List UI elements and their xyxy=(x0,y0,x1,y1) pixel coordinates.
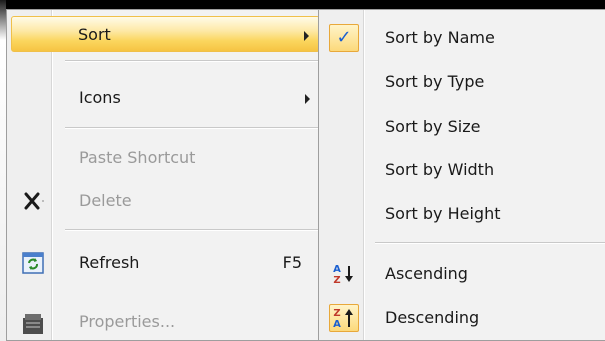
sort-icon-letter-top: A xyxy=(333,264,341,275)
submenu-item-label: Sort by Name xyxy=(385,28,495,47)
menu-item-refresh[interactable]: Refresh F5 xyxy=(9,245,324,281)
menu-item-label: Properties... xyxy=(79,312,176,331)
submenu-item-sort-by-height[interactable]: Sort by Height xyxy=(321,196,605,232)
submenu-arrow-icon xyxy=(304,31,309,41)
sort-icon-letter-bottom: Z xyxy=(333,275,340,286)
refresh-icon xyxy=(22,252,44,274)
submenu-item-label: Ascending xyxy=(385,264,468,283)
sort-ascending-icon: A Z xyxy=(331,262,357,286)
context-menu: Sort Icons Paste Shortcut Delete Refresh… xyxy=(6,9,324,341)
menu-item-label: Sort xyxy=(78,25,111,44)
sort-icon-letter-bottom: A xyxy=(333,319,341,330)
submenu-item-label: Sort by Size xyxy=(385,117,481,136)
sort-descending-icon: Z A xyxy=(329,304,359,332)
submenu-item-descending[interactable]: Z A Descending xyxy=(321,300,605,336)
menu-separator xyxy=(375,242,605,244)
menu-separator xyxy=(65,60,318,62)
submenu-arrow-icon xyxy=(305,94,310,104)
properties-icon xyxy=(21,312,45,336)
delete-x-icon xyxy=(21,189,47,213)
window-top-bar xyxy=(0,0,605,9)
shortcut-text: F5 xyxy=(282,253,302,272)
submenu-item-label: Sort by Width xyxy=(385,160,495,179)
submenu-item-label: Descending xyxy=(385,308,480,327)
submenu-item-sort-by-width[interactable]: Sort by Width xyxy=(321,152,605,188)
menu-item-icons[interactable]: Icons xyxy=(9,80,324,116)
submenu-item-ascending[interactable]: A Z Ascending xyxy=(321,256,605,292)
submenu-item-sort-by-type[interactable]: Sort by Type xyxy=(321,64,605,100)
menu-separator xyxy=(65,229,318,231)
menu-item-label: Icons xyxy=(79,88,121,107)
menu-item-paste-shortcut[interactable]: Paste Shortcut xyxy=(9,140,324,176)
submenu-item-sort-by-name[interactable]: ✓ Sort by Name xyxy=(321,20,605,56)
sort-icon-letter-top: Z xyxy=(333,308,340,319)
submenu-item-sort-by-size[interactable]: Sort by Size xyxy=(321,109,605,145)
submenu-item-label: Sort by Type xyxy=(385,72,485,91)
submenu-item-label: Sort by Height xyxy=(385,204,501,223)
menu-item-delete[interactable]: Delete xyxy=(9,183,324,219)
menu-separator xyxy=(65,127,318,129)
menu-item-sort[interactable]: Sort xyxy=(11,16,320,52)
menu-item-label: Delete xyxy=(79,191,132,210)
menu-item-label: Paste Shortcut xyxy=(79,148,196,167)
sort-submenu: ✓ Sort by Name Sort by Type Sort by Size… xyxy=(318,9,605,341)
menu-item-properties[interactable]: Properties... xyxy=(9,304,324,340)
check-icon: ✓ xyxy=(329,24,359,52)
menu-item-label: Refresh xyxy=(79,253,140,272)
